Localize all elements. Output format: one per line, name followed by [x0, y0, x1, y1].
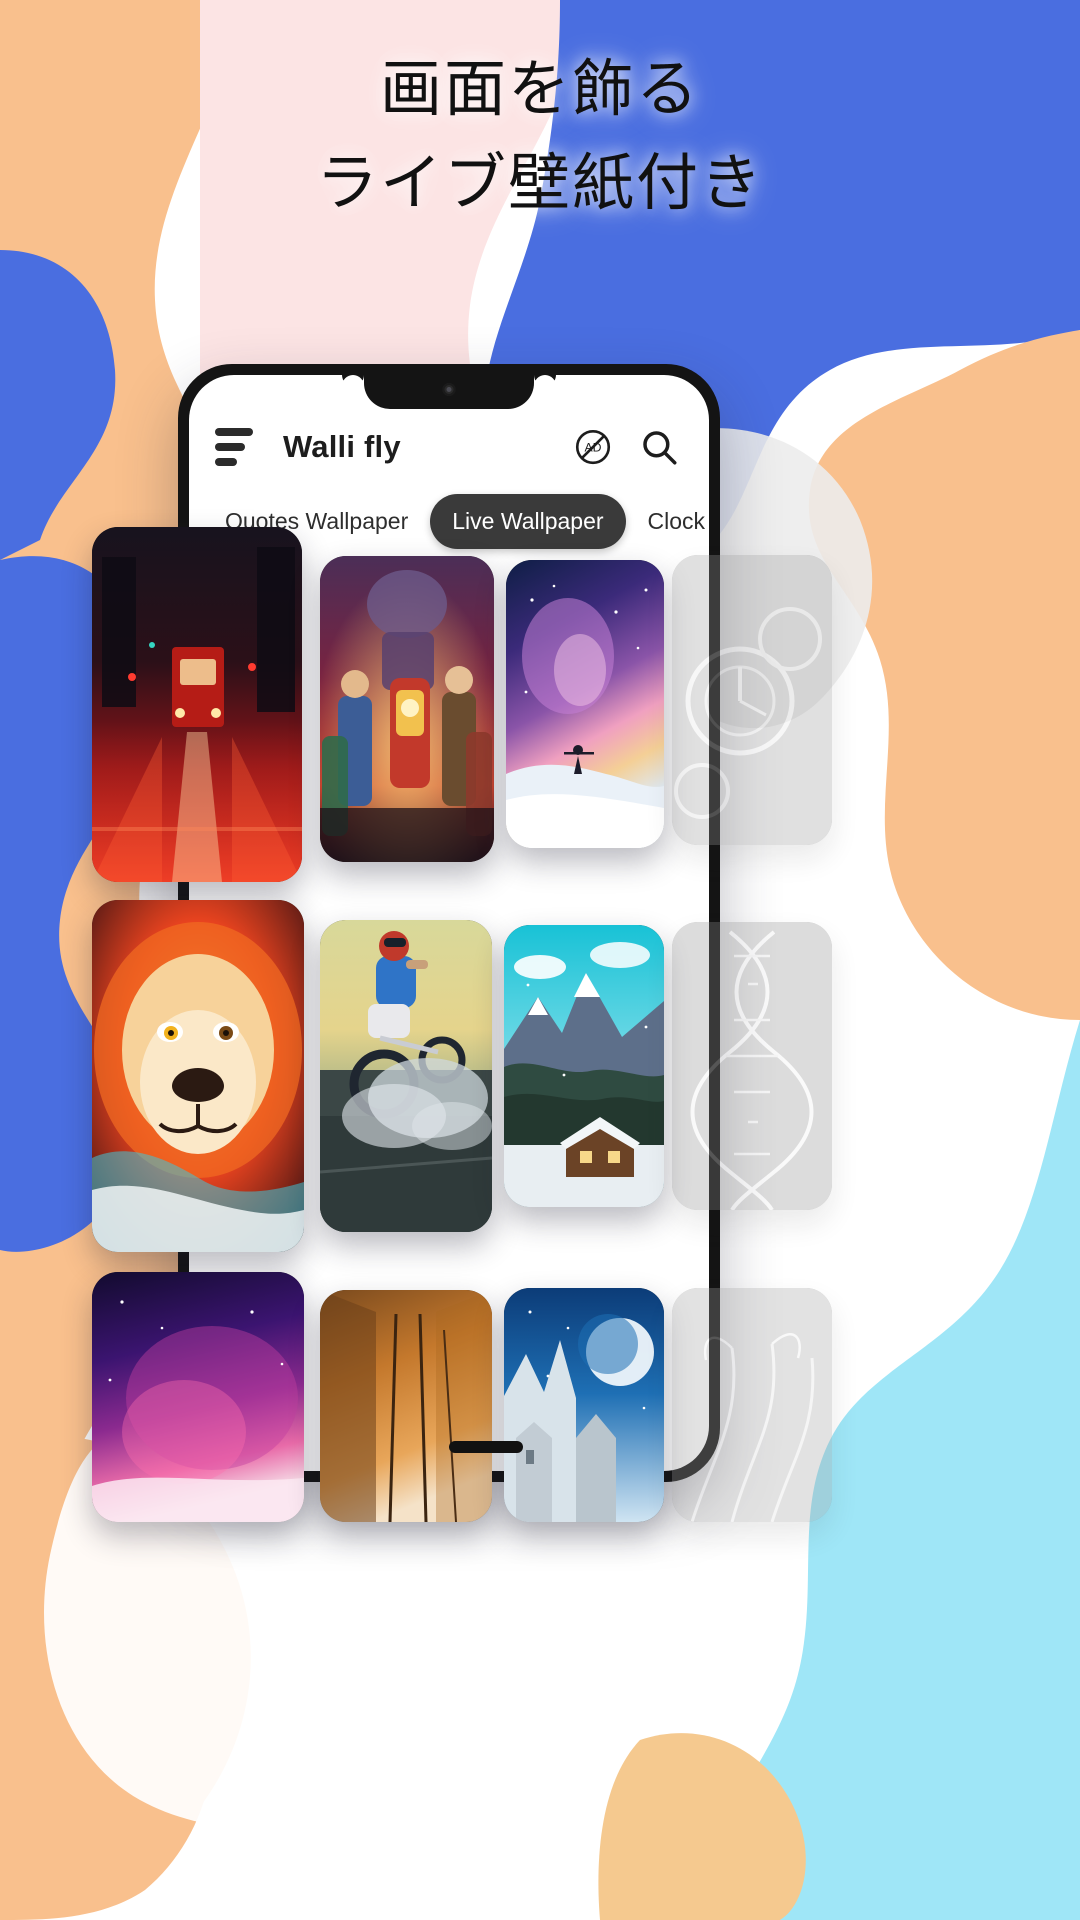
- wallpaper-art-snow-mountain-cabin: [504, 925, 664, 1207]
- wallpaper-card-purple-nebula-tree[interactable]: [92, 1272, 304, 1522]
- hamburger-bar-2: [215, 443, 245, 451]
- promo-screenshot: 画面を飾る ライブ壁紙付き Walli fly AD Quotes Wallpa…: [0, 0, 1080, 1920]
- wallpaper-card-superheroes-poster[interactable]: [320, 556, 494, 862]
- wallpaper-art-galaxy-snow-hiker: [506, 560, 664, 848]
- app-title: Walli fly: [283, 429, 401, 464]
- wallpaper-card-clock-gears-grayscale[interactable]: [672, 555, 832, 845]
- wallpaper-art-clock-gears-grayscale: [672, 555, 832, 845]
- wallpaper-art-dna-helix-grayscale: [672, 922, 832, 1210]
- app-bar: Walli fly AD: [189, 411, 709, 483]
- wallpaper-art-green-abstract-plant: [672, 1288, 832, 1522]
- search-icon[interactable]: [635, 423, 683, 471]
- wallpaper-card-colorful-lion[interactable]: [92, 900, 304, 1252]
- wallpaper-card-dna-helix-grayscale[interactable]: [672, 922, 832, 1210]
- hamburger-bar-3: [215, 458, 237, 466]
- phone-notch: [364, 375, 534, 409]
- wallpaper-card-warm-corridor[interactable]: [320, 1290, 492, 1522]
- wallpaper-card-neon-city-tram[interactable]: [92, 527, 302, 882]
- wallpaper-art-purple-nebula-tree: [92, 1272, 304, 1522]
- wallpaper-art-neon-city-tram: [92, 527, 302, 882]
- front-camera-icon: [442, 383, 456, 396]
- hamburger-bar-1: [215, 428, 253, 436]
- tab-live-wallpaper[interactable]: Live Wallpaper: [430, 493, 626, 549]
- wallpaper-art-colorful-lion: [92, 900, 304, 1252]
- wallpaper-card-snow-mountain-cabin[interactable]: [504, 925, 664, 1207]
- no-ads-icon[interactable]: AD: [569, 423, 617, 471]
- wallpaper-art-warm-corridor: [320, 1290, 492, 1522]
- tab-clock-wallpaper[interactable]: Clock Wallpaper: [626, 494, 709, 549]
- wallpaper-art-moonlit-ruins: [504, 1288, 664, 1522]
- wallpaper-card-stunt-biker-smoke[interactable]: [320, 920, 492, 1232]
- hamburger-menu-icon[interactable]: [215, 428, 253, 466]
- wallpaper-art-superheroes-poster: [320, 556, 494, 862]
- wallpaper-card-green-abstract-plant[interactable]: [672, 1288, 832, 1522]
- home-indicator-top[interactable]: [449, 1441, 523, 1453]
- svg-text:AD: AD: [584, 441, 601, 455]
- wallpaper-art-stunt-biker-smoke: [320, 920, 492, 1232]
- wallpaper-card-galaxy-snow-hiker[interactable]: [506, 560, 664, 848]
- wallpaper-card-moonlit-ruins[interactable]: [504, 1288, 664, 1522]
